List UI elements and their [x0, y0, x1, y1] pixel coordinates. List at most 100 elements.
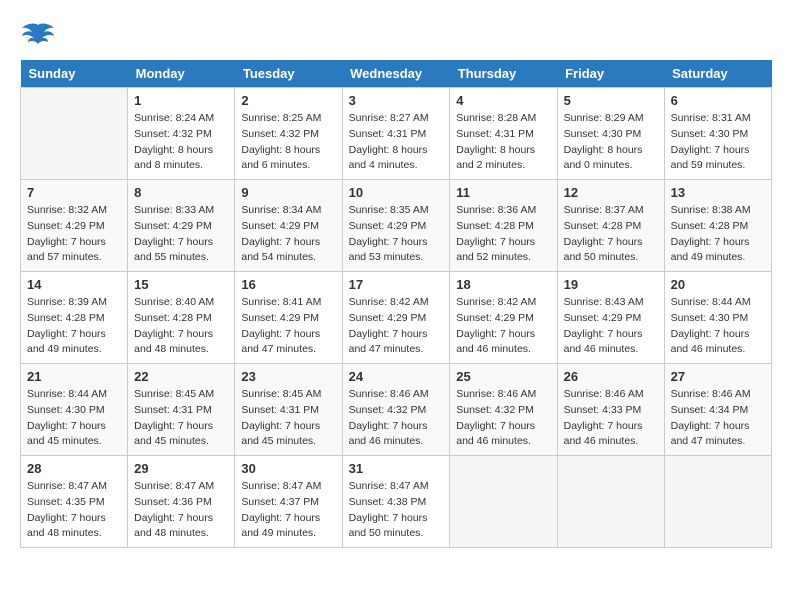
- calendar-cell: 9 Sunrise: 8:34 AMSunset: 4:29 PMDaylight…: [235, 180, 342, 272]
- day-number: 4: [456, 93, 550, 108]
- day-info: Sunrise: 8:46 AMSunset: 4:32 PMDaylight:…: [349, 387, 444, 450]
- day-info: Sunrise: 8:33 AMSunset: 4:29 PMDaylight:…: [134, 203, 228, 266]
- day-info: Sunrise: 8:47 AMSunset: 4:37 PMDaylight:…: [241, 479, 335, 542]
- header-wednesday: Wednesday: [342, 60, 450, 88]
- day-number: 16: [241, 277, 335, 292]
- day-info: Sunrise: 8:44 AMSunset: 4:30 PMDaylight:…: [671, 295, 765, 358]
- day-info: Sunrise: 8:41 AMSunset: 4:29 PMDaylight:…: [241, 295, 335, 358]
- day-number: 29: [134, 461, 228, 476]
- day-number: 9: [241, 185, 335, 200]
- calendar-cell: [664, 456, 771, 548]
- calendar-header-row: SundayMondayTuesdayWednesdayThursdayFrid…: [21, 60, 772, 88]
- calendar-cell: 22 Sunrise: 8:45 AMSunset: 4:31 PMDayligh…: [128, 364, 235, 456]
- day-info: Sunrise: 8:45 AMSunset: 4:31 PMDaylight:…: [134, 387, 228, 450]
- day-number: 10: [349, 185, 444, 200]
- day-info: Sunrise: 8:29 AMSunset: 4:30 PMDaylight:…: [564, 111, 658, 174]
- day-number: 30: [241, 461, 335, 476]
- day-info: Sunrise: 8:25 AMSunset: 4:32 PMDaylight:…: [241, 111, 335, 174]
- day-info: Sunrise: 8:47 AMSunset: 4:36 PMDaylight:…: [134, 479, 228, 542]
- calendar-cell: [557, 456, 664, 548]
- header-thursday: Thursday: [450, 60, 557, 88]
- calendar-cell: 11 Sunrise: 8:36 AMSunset: 4:28 PMDayligh…: [450, 180, 557, 272]
- calendar-cell: 14 Sunrise: 8:39 AMSunset: 4:28 PMDayligh…: [21, 272, 128, 364]
- calendar-cell: 21 Sunrise: 8:44 AMSunset: 4:30 PMDayligh…: [21, 364, 128, 456]
- calendar-week-row: 28 Sunrise: 8:47 AMSunset: 4:35 PMDayligh…: [21, 456, 772, 548]
- day-info: Sunrise: 8:47 AMSunset: 4:38 PMDaylight:…: [349, 479, 444, 542]
- calendar-cell: 16 Sunrise: 8:41 AMSunset: 4:29 PMDayligh…: [235, 272, 342, 364]
- day-info: Sunrise: 8:24 AMSunset: 4:32 PMDaylight:…: [134, 111, 228, 174]
- day-info: Sunrise: 8:46 AMSunset: 4:32 PMDaylight:…: [456, 387, 550, 450]
- day-info: Sunrise: 8:38 AMSunset: 4:28 PMDaylight:…: [671, 203, 765, 266]
- day-info: Sunrise: 8:39 AMSunset: 4:28 PMDaylight:…: [27, 295, 121, 358]
- day-info: Sunrise: 8:44 AMSunset: 4:30 PMDaylight:…: [27, 387, 121, 450]
- day-number: 31: [349, 461, 444, 476]
- header-monday: Monday: [128, 60, 235, 88]
- day-number: 21: [27, 369, 121, 384]
- calendar-cell: [21, 88, 128, 180]
- day-info: Sunrise: 8:31 AMSunset: 4:30 PMDaylight:…: [671, 111, 765, 174]
- day-info: Sunrise: 8:32 AMSunset: 4:29 PMDaylight:…: [27, 203, 121, 266]
- logo: [20, 20, 60, 50]
- day-number: 7: [27, 185, 121, 200]
- calendar-cell: 27 Sunrise: 8:46 AMSunset: 4:34 PMDayligh…: [664, 364, 771, 456]
- calendar-cell: 24 Sunrise: 8:46 AMSunset: 4:32 PMDayligh…: [342, 364, 450, 456]
- day-number: 12: [564, 185, 658, 200]
- calendar-cell: 31 Sunrise: 8:47 AMSunset: 4:38 PMDayligh…: [342, 456, 450, 548]
- logo-icon: [20, 20, 56, 50]
- day-number: 15: [134, 277, 228, 292]
- day-number: 17: [349, 277, 444, 292]
- header-sunday: Sunday: [21, 60, 128, 88]
- header-saturday: Saturday: [664, 60, 771, 88]
- day-number: 5: [564, 93, 658, 108]
- day-number: 3: [349, 93, 444, 108]
- day-number: 22: [134, 369, 228, 384]
- day-number: 11: [456, 185, 550, 200]
- day-number: 13: [671, 185, 765, 200]
- calendar-cell: 2 Sunrise: 8:25 AMSunset: 4:32 PMDaylight…: [235, 88, 342, 180]
- calendar-cell: 3 Sunrise: 8:27 AMSunset: 4:31 PMDaylight…: [342, 88, 450, 180]
- calendar-cell: 12 Sunrise: 8:37 AMSunset: 4:28 PMDayligh…: [557, 180, 664, 272]
- calendar-cell: 28 Sunrise: 8:47 AMSunset: 4:35 PMDayligh…: [21, 456, 128, 548]
- day-number: 26: [564, 369, 658, 384]
- calendar-cell: 17 Sunrise: 8:42 AMSunset: 4:29 PMDayligh…: [342, 272, 450, 364]
- day-number: 14: [27, 277, 121, 292]
- day-info: Sunrise: 8:28 AMSunset: 4:31 PMDaylight:…: [456, 111, 550, 174]
- day-info: Sunrise: 8:35 AMSunset: 4:29 PMDaylight:…: [349, 203, 444, 266]
- day-info: Sunrise: 8:37 AMSunset: 4:28 PMDaylight:…: [564, 203, 658, 266]
- calendar-cell: 20 Sunrise: 8:44 AMSunset: 4:30 PMDayligh…: [664, 272, 771, 364]
- day-info: Sunrise: 8:47 AMSunset: 4:35 PMDaylight:…: [27, 479, 121, 542]
- day-info: Sunrise: 8:34 AMSunset: 4:29 PMDaylight:…: [241, 203, 335, 266]
- calendar-cell: 10 Sunrise: 8:35 AMSunset: 4:29 PMDayligh…: [342, 180, 450, 272]
- calendar-cell: 5 Sunrise: 8:29 AMSunset: 4:30 PMDaylight…: [557, 88, 664, 180]
- day-info: Sunrise: 8:36 AMSunset: 4:28 PMDaylight:…: [456, 203, 550, 266]
- header-tuesday: Tuesday: [235, 60, 342, 88]
- calendar-week-row: 21 Sunrise: 8:44 AMSunset: 4:30 PMDayligh…: [21, 364, 772, 456]
- day-info: Sunrise: 8:43 AMSunset: 4:29 PMDaylight:…: [564, 295, 658, 358]
- calendar-week-row: 7 Sunrise: 8:32 AMSunset: 4:29 PMDaylight…: [21, 180, 772, 272]
- day-info: Sunrise: 8:46 AMSunset: 4:33 PMDaylight:…: [564, 387, 658, 450]
- day-info: Sunrise: 8:42 AMSunset: 4:29 PMDaylight:…: [349, 295, 444, 358]
- day-info: Sunrise: 8:40 AMSunset: 4:28 PMDaylight:…: [134, 295, 228, 358]
- day-info: Sunrise: 8:42 AMSunset: 4:29 PMDaylight:…: [456, 295, 550, 358]
- calendar-cell: 6Sunrise: 8:31 AMSunset: 4:30 PMDaylight…: [664, 88, 771, 180]
- calendar-table: SundayMondayTuesdayWednesdayThursdayFrid…: [20, 60, 772, 548]
- calendar-cell: 15 Sunrise: 8:40 AMSunset: 4:28 PMDayligh…: [128, 272, 235, 364]
- calendar-cell: 8 Sunrise: 8:33 AMSunset: 4:29 PMDaylight…: [128, 180, 235, 272]
- day-number: 20: [671, 277, 765, 292]
- day-number: 19: [564, 277, 658, 292]
- day-number: 24: [349, 369, 444, 384]
- calendar-cell: 7 Sunrise: 8:32 AMSunset: 4:29 PMDaylight…: [21, 180, 128, 272]
- calendar-cell: 4 Sunrise: 8:28 AMSunset: 4:31 PMDaylight…: [450, 88, 557, 180]
- day-info: Sunrise: 8:46 AMSunset: 4:34 PMDaylight:…: [671, 387, 765, 450]
- day-number: 2: [241, 93, 335, 108]
- calendar-cell: 1Sunrise: 8:24 AMSunset: 4:32 PMDaylight…: [128, 88, 235, 180]
- calendar-cell: 29 Sunrise: 8:47 AMSunset: 4:36 PMDayligh…: [128, 456, 235, 548]
- day-info: Sunrise: 8:27 AMSunset: 4:31 PMDaylight:…: [349, 111, 444, 174]
- day-number: 8: [134, 185, 228, 200]
- calendar-week-row: 14 Sunrise: 8:39 AMSunset: 4:28 PMDayligh…: [21, 272, 772, 364]
- calendar-cell: 25Sunrise: 8:46 AMSunset: 4:32 PMDayligh…: [450, 364, 557, 456]
- day-info: Sunrise: 8:45 AMSunset: 4:31 PMDaylight:…: [241, 387, 335, 450]
- day-number: 28: [27, 461, 121, 476]
- calendar-cell: [450, 456, 557, 548]
- day-number: 27: [671, 369, 765, 384]
